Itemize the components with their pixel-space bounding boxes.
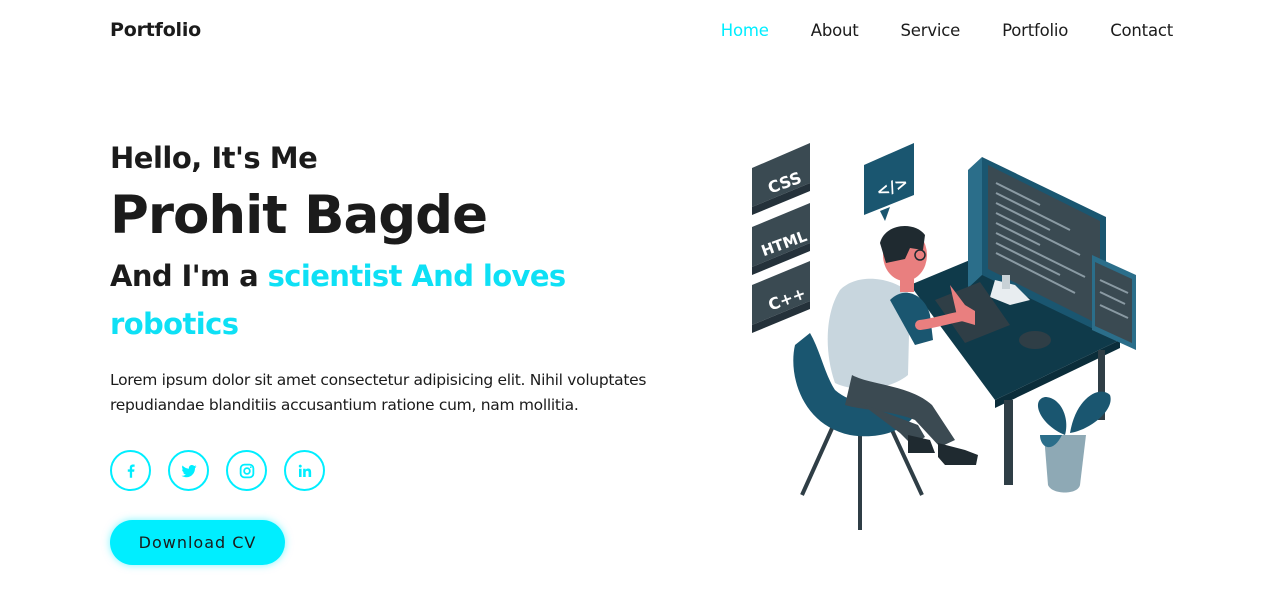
description: Lorem ipsum dolor sit amet consectetur a…: [110, 371, 647, 414]
header: Portfolio Home About Service Portfolio C…: [0, 0, 1280, 64]
linkedin-icon: [298, 464, 311, 477]
facebook-icon: [127, 463, 135, 478]
facebook-link[interactable]: [110, 450, 151, 491]
main-nav: Home About Service Portfolio Contact: [679, 21, 1173, 40]
instagram-icon: [239, 463, 254, 478]
nav-about-link[interactable]: About: [811, 21, 859, 40]
nav-service-link[interactable]: Service: [901, 21, 961, 40]
mouse: [1019, 331, 1051, 349]
twitter-icon: [181, 464, 196, 477]
instagram-link[interactable]: [226, 450, 267, 491]
download-cv-button[interactable]: Download CV: [110, 520, 285, 565]
home-content: Hello, It's Me Prohit Bagde And I'm a sc…: [110, 138, 710, 418]
nav-portfolio-link[interactable]: Portfolio: [1002, 21, 1068, 40]
plant: [1037, 391, 1111, 493]
role-prefix: And I'm a: [110, 259, 259, 293]
role-line: And I'm a scientist And loves robotics: [110, 252, 630, 348]
logo[interactable]: Portfolio: [110, 19, 201, 41]
css-badge: CSS: [752, 143, 810, 215]
social-links: [110, 450, 325, 491]
twitter-link[interactable]: [168, 450, 209, 491]
linkedin-link[interactable]: [284, 450, 325, 491]
html-badge: HTML: [752, 203, 810, 275]
developer-illustration: CSS HTML C++ </>: [752, 143, 1136, 530]
code-tag-badge: </>: [864, 143, 914, 221]
cpp-badge: C++: [752, 261, 810, 333]
nav-home-link[interactable]: Home: [721, 21, 769, 40]
greeting: Hello, It's Me: [110, 141, 318, 175]
hero-name: Prohit Bagde: [110, 185, 488, 246]
nav-contact-link[interactable]: Contact: [1110, 21, 1173, 40]
